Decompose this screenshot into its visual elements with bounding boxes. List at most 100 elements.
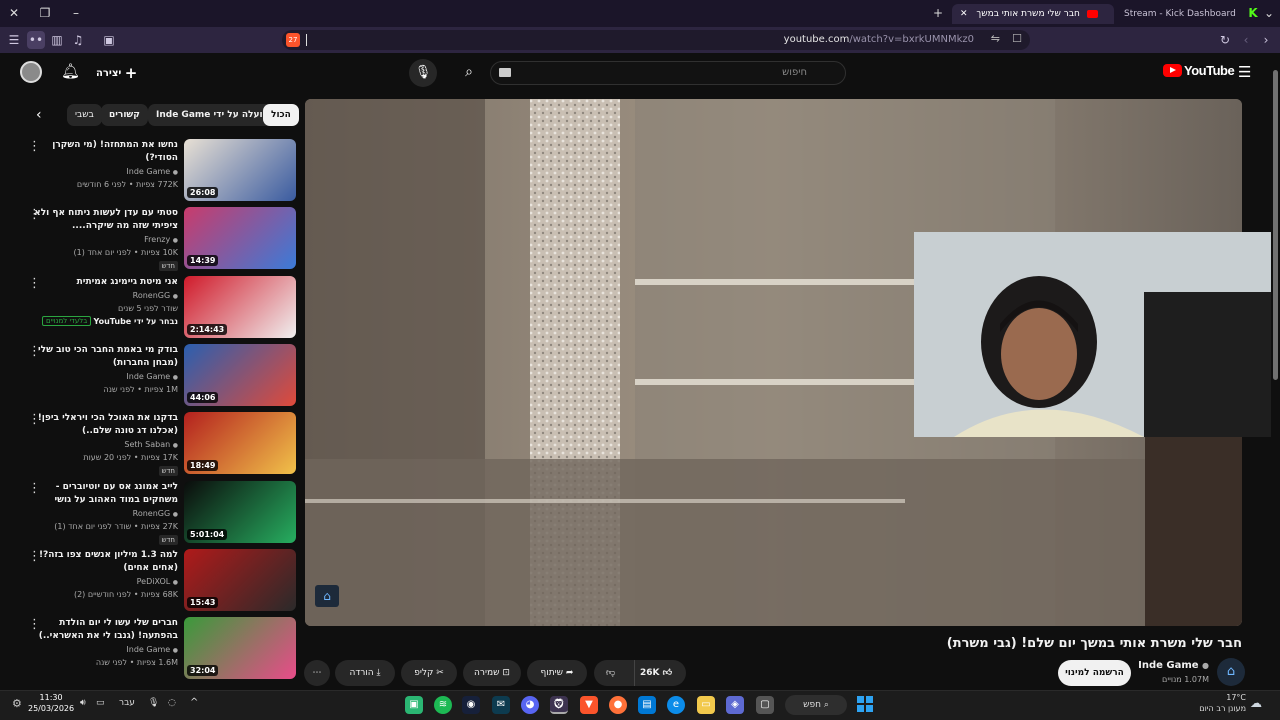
video-thumbnail[interactable]: 26:08 <box>184 139 296 201</box>
tab-active-video[interactable]: ✕ חבר שלי משרת אותי במשך <box>952 4 1114 24</box>
video-title[interactable]: סטתי עם עדן לעשות ניתוח אף ולא ציפיתי שז… <box>28 207 178 233</box>
close-window-icon[interactable]: ✕ <box>5 4 23 22</box>
wifi-icon[interactable]: ◌ <box>168 698 176 708</box>
brave-icon[interactable]: ▼ <box>580 696 598 714</box>
discord-icon[interactable]: ◕ <box>521 696 539 714</box>
chips-scroll-left-icon[interactable]: ‹ <box>36 107 42 123</box>
chip-all[interactable]: הכול <box>263 104 299 126</box>
menu-icon[interactable]: ☰ <box>5 31 23 49</box>
voice-search-icon[interactable]: 🎙︎ <box>409 59 437 87</box>
new-tab-icon[interactable]: + <box>929 4 947 22</box>
language-indicator[interactable]: עבר <box>119 698 135 708</box>
channel-name[interactable]: Inde Game ● <box>1138 660 1209 671</box>
app-icon-window[interactable]: ▢ <box>756 696 774 714</box>
store-icon[interactable]: ▤ <box>638 696 656 714</box>
more-options-icon[interactable]: ⋮ <box>28 344 41 359</box>
sidebar-icon[interactable]: ▥ <box>48 31 66 49</box>
back-icon[interactable]: › <box>1257 31 1275 49</box>
weather-widget[interactable]: 17°C מעונן רב היום <box>1198 692 1246 714</box>
brave-shield-icon[interactable]: 27 <box>286 33 300 47</box>
gear-icon[interactable]: ⚙ <box>12 697 22 710</box>
video-thumbnail[interactable]: 14:39 <box>184 207 296 270</box>
chip-live[interactable]: בשבי <box>67 104 102 126</box>
address-bar[interactable]: 27 youtube.com/watch?v=bxrkUMNMkz0 ⇋ ☐ <box>282 30 1030 50</box>
list-item[interactable]: 26:08 נחשו את המתחזה! (מי השקרן הסודי?) In… <box>20 139 296 203</box>
video-title[interactable]: בודק מי באמת החבר הכי טוב שלי (מבחן החבר… <box>28 344 178 370</box>
dislike-icon[interactable]: 👎︎ <box>606 660 615 686</box>
show-hidden-icons-icon[interactable]: ^ <box>190 697 198 708</box>
spotify-icon[interactable]: ≋ <box>434 696 452 714</box>
channel-name[interactable]: Seth Saban ● <box>124 440 178 449</box>
list-item[interactable]: 5:01:04 לייב אמונג אס עם יוטיוברים - משחק… <box>20 480 296 545</box>
more-options-icon[interactable]: ⋮ <box>28 481 41 496</box>
windows-start-icon[interactable] <box>857 696 873 712</box>
volume-icon[interactable]: 🔊︎ <box>80 698 86 708</box>
site-settings-icon[interactable]: ⇋ <box>991 32 1000 45</box>
music-icon[interactable]: ♫ <box>69 31 87 49</box>
taskbar-search[interactable]: חפש ⌕ <box>785 695 847 715</box>
clip-button[interactable]: קליפ ✂ <box>401 660 457 686</box>
minimize-window-icon[interactable]: – <box>67 4 85 22</box>
app-icon-green[interactable]: ▣ <box>405 696 423 714</box>
notifications-icon[interactable]: 🔔︎ <box>61 62 80 80</box>
channel-name[interactable]: Inde Game ● <box>126 167 178 176</box>
video-title[interactable]: לייב אמונג אס עם יוטיוברים - משחקים במוד… <box>28 481 179 507</box>
youtube-logo-text[interactable]: YouTube <box>1184 63 1235 78</box>
tab-kick-dashboard[interactable]: Stream - Kick Dashboard <box>1124 4 1236 24</box>
network-icon[interactable]: ▭ <box>96 698 105 708</box>
like-button[interactable]: 26K 👍︎ <box>640 660 672 686</box>
video-thumbnail[interactable]: 2:14:43 <box>184 275 296 338</box>
video-title[interactable]: למה 1.3 מיליון אנשים צפו בזה?! (אחים אחי… <box>28 549 178 575</box>
more-options-icon[interactable]: ⋮ <box>28 276 41 291</box>
channel-name[interactable]: Frenzy ● <box>144 235 178 244</box>
video-thumbnail[interactable]: 15:43 <box>184 548 296 611</box>
chip-uploaded-by[interactable]: הועלה על ידי Inde Game <box>148 104 277 126</box>
tab-search-icon[interactable]: ⌄ <box>1260 4 1278 22</box>
more-options-icon[interactable]: ⋮ <box>28 412 41 427</box>
video-title[interactable]: בדקנו את האוכל הכי ויראלי ביפן! (אכלנו ד… <box>28 412 178 438</box>
share-button[interactable]: שיתוף ➦ <box>527 660 587 686</box>
avatar[interactable] <box>20 61 42 83</box>
subscribe-button[interactable]: הרשמה למינוי <box>1058 660 1131 686</box>
restore-window-icon[interactable]: ❐ <box>36 4 54 22</box>
video-thumbnail[interactable]: 5:01:04 <box>184 480 296 543</box>
download-button[interactable]: הורדה ⤓ <box>335 660 395 686</box>
file-explorer-icon[interactable]: ▭ <box>697 696 715 714</box>
list-item[interactable]: 32:04 חברים שלי עשו לי יום הולדת בהפתעה! … <box>20 617 296 681</box>
list-item[interactable]: 18:49 בדקנו את האוכל הכי ויראלי ביפן! (אכ… <box>20 412 296 477</box>
channel-avatar[interactable]: ⌂ <box>1217 658 1245 686</box>
create-button[interactable]: יצירה + <box>96 64 137 82</box>
video-title[interactable]: אני מיטת גיימינג אמיתית <box>28 276 178 289</box>
clock[interactable]: 11:30 25/03/2026 <box>28 692 74 714</box>
wallet-icon[interactable]: ▣ <box>100 31 118 49</box>
close-tab-icon[interactable]: ✕ <box>960 9 968 19</box>
search-icon[interactable]: ⌕ <box>456 59 482 85</box>
firefox-icon[interactable]: ● <box>609 696 627 714</box>
edge-icon[interactable]: e <box>667 696 685 714</box>
list-item[interactable]: 14:39 סטתי עם עדן לעשות ניתוח אף ולא ציפי… <box>20 207 296 272</box>
bookmark-icon[interactable]: ☐ <box>1012 32 1022 45</box>
channel-name[interactable]: RonenGG ● <box>133 509 178 518</box>
reload-icon[interactable]: ↻ <box>1216 31 1234 49</box>
save-button[interactable]: שמירה ⊡ <box>463 660 521 686</box>
more-actions-icon[interactable]: ⋯ <box>304 660 330 686</box>
list-item[interactable]: 44:06 בודק מי באמת החבר הכי טוב שלי (מבחן… <box>20 343 296 408</box>
channel-name[interactable]: PeDiXOL ● <box>137 577 178 586</box>
microphone-icon[interactable]: 🎙︎ <box>148 698 159 708</box>
more-options-icon[interactable]: ⋮ <box>28 207 41 222</box>
keyboard-icon[interactable] <box>499 68 511 77</box>
more-options-icon[interactable]: ⋮ <box>28 549 41 564</box>
copilot-icon[interactable]: ◈ <box>726 696 744 714</box>
hamburger-menu-icon[interactable]: ☰ <box>1238 63 1251 81</box>
forward-icon[interactable]: ‹ <box>1237 31 1255 49</box>
list-item[interactable]: 2:14:43 אני מיטת גיימינג אמיתית RonenGG ● ש… <box>20 275 296 340</box>
extensions-icon[interactable]: •• <box>27 31 45 49</box>
video-thumbnail[interactable]: 18:49 <box>184 412 296 475</box>
list-item[interactable]: 15:43 למה 1.3 מיליון אנשים צפו בזה?! (אחי… <box>20 548 296 613</box>
channel-watermark-icon[interactable]: ⌂ <box>315 585 339 607</box>
brave-active-icon[interactable]: 🦁︎ <box>550 696 568 714</box>
app-icon-chat[interactable]: ✉ <box>492 696 510 714</box>
video-thumbnail[interactable]: 44:06 <box>184 343 296 406</box>
chip-related[interactable]: קשורים <box>101 104 148 126</box>
youtube-logo-icon[interactable] <box>1163 64 1182 77</box>
